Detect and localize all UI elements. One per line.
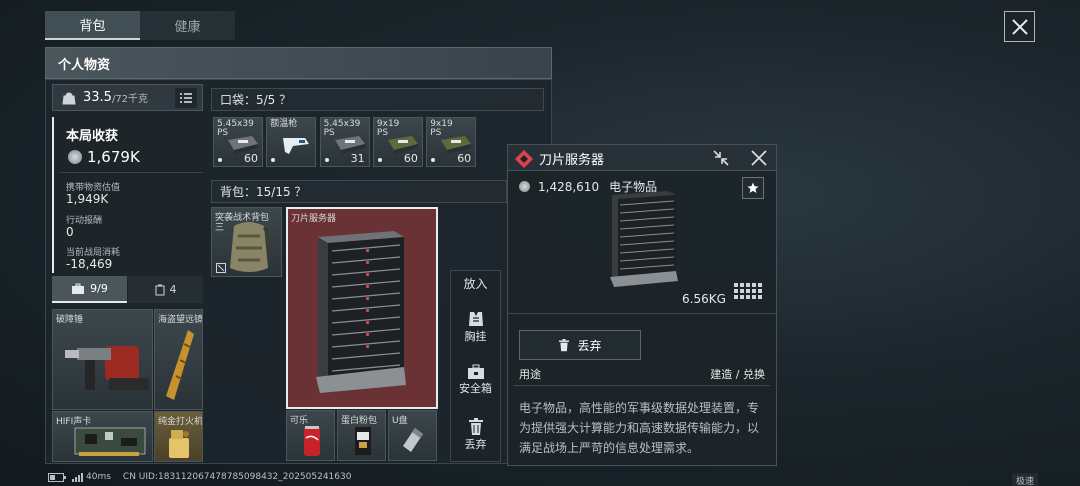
discard-label: 丢弃 [577,338,602,353]
item-detail-panel: 刀片服务器 1,428,610 电子物品 6.56KG 丢弃 用途 建造 / 兑… [507,144,777,466]
battery-icon [48,472,66,482]
tactical-backpack-icon [230,222,272,272]
gold-lighter-icon [169,430,189,458]
pocket-item[interactable]: 5.45x39 PS 31 [319,117,370,167]
harvest-title: 本局收获 [66,129,119,144]
weight-current: 33.5 [83,90,112,105]
uid: CN UID:18311206747878509843​2_2025052416… [122,472,352,482]
clipboard-icon [155,284,164,295]
close-button[interactable] [1004,11,1035,42]
usage-value: 建造 / 兑换 [710,368,765,381]
trash-icon [468,418,483,435]
backpack-item-protein[interactable]: 蛋白粉包 [337,410,386,461]
trash-icon [559,338,570,351]
other-tab[interactable]: 4 [128,276,203,303]
item-label: U盘 [392,416,408,426]
pocket-item[interactable]: 9x19 PS 60 [426,117,477,167]
list-view-button[interactable] [175,87,197,108]
list-icon [180,92,192,103]
case-count: 9/9 [90,282,108,295]
signal-icon [72,472,83,482]
ping: 40ms [86,472,111,482]
item-label: 纯金打火机 [158,417,203,427]
safe-box-button[interactable]: 安全箱 [450,364,501,396]
chest-rig-button[interactable]: 胸挂 [450,310,501,344]
coin-icon [68,150,82,164]
backpack-title: 背包：15/15 ？ [211,180,507,203]
detail-weight: 6.56KG [682,292,726,306]
harvest-value: 1,679K [87,148,140,166]
close-detail-icon[interactable] [749,148,769,168]
thermometer-gun-icon [283,138,310,154]
discard-button[interactable]: 丢弃 [519,330,641,360]
detail-server-image [610,191,678,287]
briefcase-icon [72,283,85,294]
chest-rig-label: 胸挂 [464,330,487,343]
blade-server-icon [316,231,406,393]
cost-value: -18,469 [66,257,113,271]
star-icon [747,182,759,193]
backpack-item-blade-server[interactable]: 刀片服务器 [286,207,438,409]
action-value: 0 [66,225,74,239]
rarity-diamond-icon [515,150,533,168]
put-in-title: 放入 [463,277,488,291]
item-label: 海盗望远镜 [158,315,203,325]
discard-side-button[interactable]: 丢弃 [450,418,501,452]
pocket-title: 口袋：5/5 ？ [211,88,544,111]
harvest-panel: 本局收获 1,679K 携带物资估值 1,949K 行动报酬 0 当前战局消耗 … [52,117,203,273]
breaching-hammer-icon [65,346,149,390]
backpack-item-bag[interactable]: 突袭战术背包 三 [211,207,282,277]
detail-description: 电子物品，高性能的军事级数据处理装置，专为提供强大计算能力和高速数据传输能力，以… [519,401,760,455]
protein-pack-icon [355,427,371,455]
grid-size-icon [734,283,762,299]
usage-label: 用途 [519,368,541,381]
expand-icon [216,263,226,273]
backpack-item-usb[interactable]: U盘 [388,410,437,461]
carried-value: 1,949K [66,192,109,206]
section-header: 个人物资 [45,47,552,79]
item-count: 31 [350,152,365,165]
pocket-item[interactable]: 额温枪 [266,117,317,167]
detail-price: 1,428,610 [538,179,600,194]
safe-box-icon [467,364,484,379]
item-count: 60 [457,152,472,165]
case-item-telescope[interactable]: 海盗望远镜 [154,309,203,410]
usb-drive-icon [403,428,423,452]
case-item-soundcard[interactable]: HIFI声卡 [52,411,153,462]
item-label: 破障锤 [56,315,84,325]
case-item-hammer[interactable]: 破障锤 [52,309,153,410]
soundcard-icon [74,427,146,456]
item-count: 60 [244,152,258,165]
close-icon [1011,18,1028,35]
safe-box-label: 安全箱 [459,382,492,395]
other-count: 4 [169,283,177,296]
item-label: 刀片服务器 [291,214,337,224]
coin-icon [519,181,530,192]
telescope-icon [166,330,194,400]
tab-health[interactable]: 健康 [140,11,235,40]
item-count: 60 [403,152,418,165]
case-item-lighter[interactable]: 纯金打火机 [154,411,203,462]
weight-max: /72千克 [111,94,149,105]
status-bar: 40ms CN UID:18311206747878509843​2_20250… [48,472,351,482]
weight-icon [62,92,76,104]
tab-backpack[interactable]: 背包 [45,11,140,40]
vest-icon [468,312,483,326]
collapse-icon[interactable] [711,148,731,168]
discard-side-label: 丢弃 [464,438,487,451]
detail-title: 刀片服务器 [539,153,605,168]
pocket-item[interactable]: 9x19 PS 60 [372,117,423,167]
backpack-item-cola[interactable]: 可乐 [286,410,335,461]
pocket-item[interactable]: 5.45x39 PS 60 [213,117,263,167]
favorite-button[interactable] [742,177,764,199]
speed-badge: 极速 [1012,473,1039,486]
case-tab[interactable]: 9/9 [52,276,127,303]
item-label: 额温枪 [270,119,298,129]
cola-can-icon [304,426,320,456]
weight-box: 33.5 /72千克 [52,84,203,111]
